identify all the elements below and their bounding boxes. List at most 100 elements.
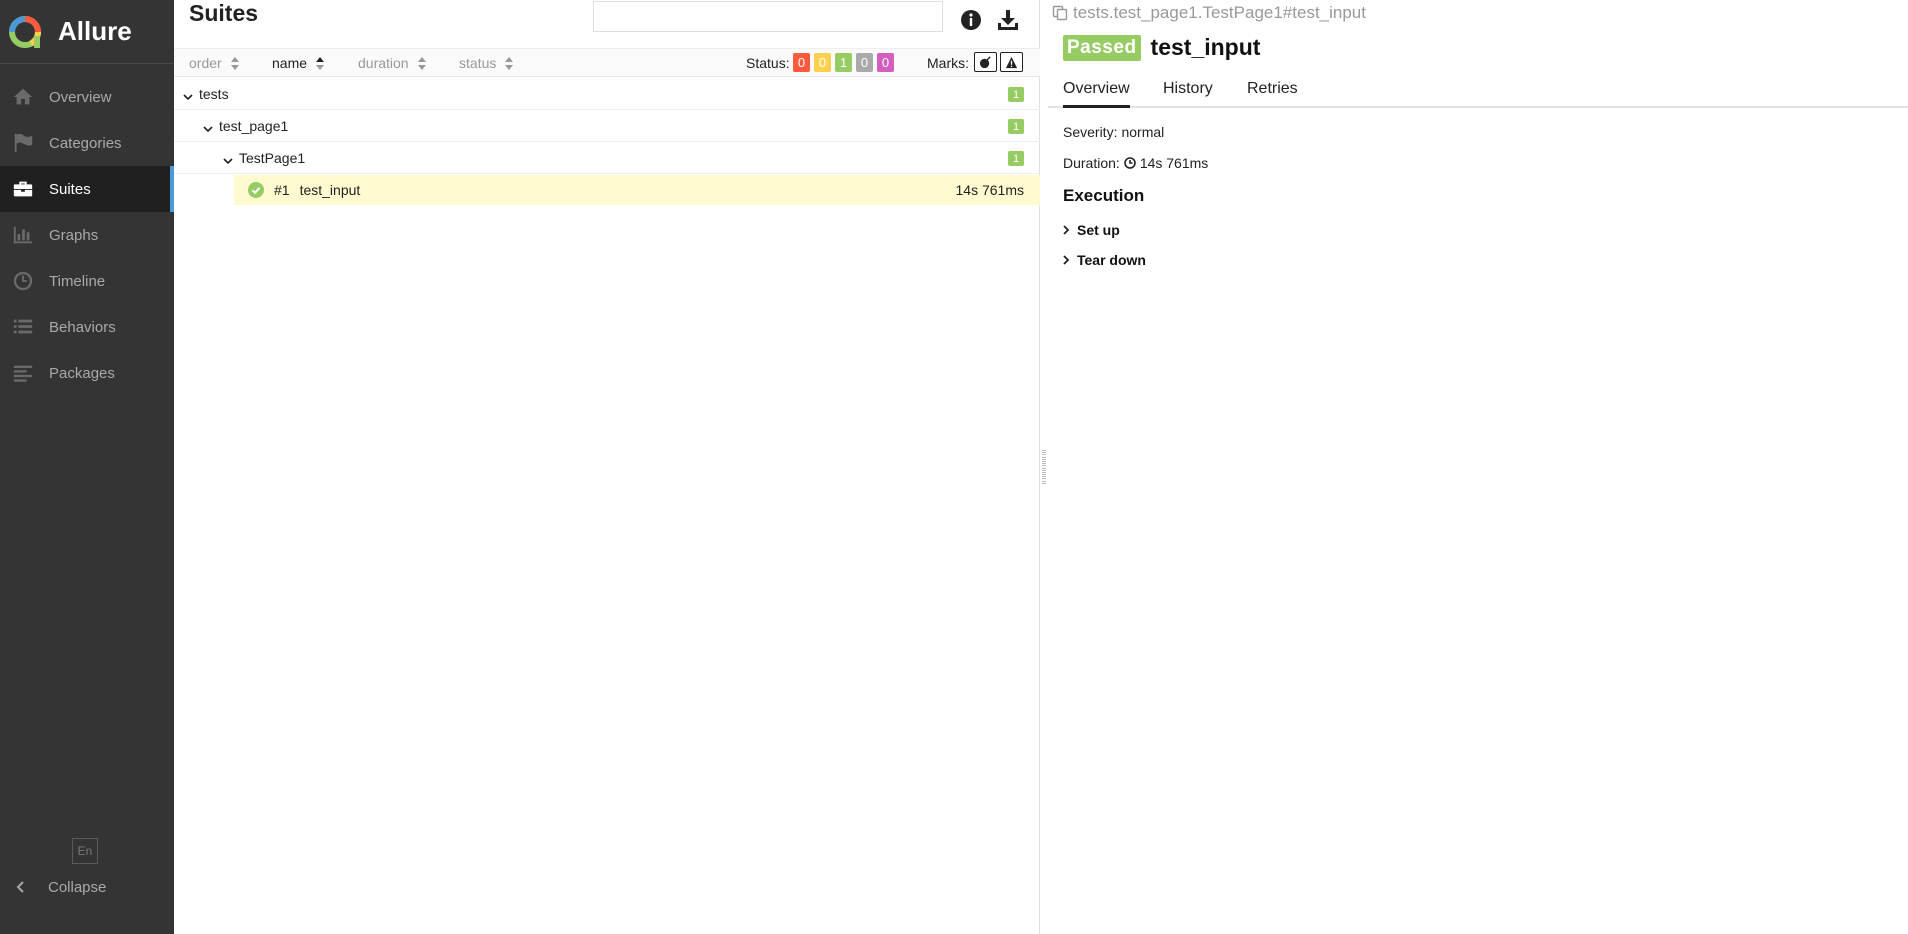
- sidebar-nav: Overview Categories Suites Graphs Timeli…: [0, 74, 174, 396]
- chevron-down-icon: [183, 89, 193, 100]
- status-filter-broken[interactable]: 0: [814, 53, 831, 72]
- test-title-row: Passed test_input: [1063, 34, 1260, 61]
- duration-value: 14s 761ms: [1139, 155, 1209, 171]
- sort-arrows-icon: [316, 56, 325, 70]
- search-input[interactable]: [593, 1, 943, 32]
- sort-label: order: [189, 55, 222, 71]
- chevron-down-icon: [203, 121, 213, 132]
- sort-arrows-icon: [505, 56, 514, 70]
- sidebar-item-label: Packages: [49, 364, 115, 382]
- suites-pane: Suites order name duration status Status…: [174, 0, 1040, 934]
- sort-arrows-icon: [230, 56, 240, 70]
- sort-status[interactable]: status: [459, 55, 514, 71]
- briefcase-icon: [11, 177, 35, 201]
- chevron-right-icon: [1063, 255, 1070, 265]
- sort-name[interactable]: name: [272, 55, 325, 71]
- test-title: test_input: [1150, 34, 1261, 60]
- sidebar-item-behaviors[interactable]: Behaviors: [0, 304, 174, 350]
- collapse-label: Collapse: [48, 878, 107, 896]
- sidebar-item-timeline[interactable]: Timeline: [0, 258, 174, 304]
- breadcrumb-text: tests.test_page1.TestPage1#test_input: [1073, 3, 1366, 22]
- test-case-row[interactable]: #1 test_input 14s 761ms: [234, 175, 1040, 205]
- page-title: Suites: [189, 0, 259, 26]
- flag-icon: [11, 131, 35, 155]
- list-icon: [11, 315, 35, 339]
- detail-tabs: Overview History Retries: [1048, 72, 1908, 108]
- tree-group-count: 1: [1008, 119, 1024, 134]
- sidebar-item-label: Graphs: [49, 226, 99, 244]
- execution-title: Execution: [1063, 186, 1145, 205]
- sidebar-item-overview[interactable]: Overview: [0, 74, 174, 120]
- align-left-icon: [11, 361, 35, 385]
- bomb-icon: [979, 55, 991, 68]
- sort-arrows-icon: [417, 56, 427, 70]
- pane-resize-handle[interactable]: [1042, 450, 1046, 484]
- sidebar-item-label: Suites: [49, 180, 91, 198]
- sort-bar: order name duration status Status: 0 0 1…: [174, 48, 1040, 77]
- sidebar-item-packages[interactable]: Packages: [0, 350, 174, 396]
- sidebar-item-label: Timeline: [49, 272, 106, 290]
- bar-chart-icon: [11, 223, 35, 247]
- sidebar-item-label: Overview: [49, 88, 112, 106]
- mark-new-failed-button[interactable]: [1000, 52, 1023, 72]
- test-case-name: test_input: [299, 182, 361, 198]
- step-label: Set up: [1077, 222, 1120, 238]
- status-filter-skipped[interactable]: 0: [856, 53, 873, 72]
- tree-group-tests[interactable]: tests 1: [174, 78, 1040, 110]
- collapse-button[interactable]: Collapse: [0, 872, 174, 902]
- warning-icon: [1005, 56, 1018, 68]
- status-badge: Passed: [1063, 34, 1141, 61]
- sidebar-item-categories[interactable]: Categories: [0, 120, 174, 166]
- tab-retries[interactable]: Retries: [1247, 80, 1298, 108]
- tree-group-count: 1: [1008, 151, 1024, 166]
- sidebar-item-label: Categories: [49, 134, 122, 152]
- step-set-up[interactable]: Set up: [1061, 222, 1120, 238]
- status-filter-passed[interactable]: 1: [835, 53, 852, 72]
- marks-label: Marks:: [927, 55, 969, 71]
- tree-group-count: 1: [1008, 87, 1024, 102]
- mark-flaky-button[interactable]: [974, 52, 997, 72]
- test-details-pane: tests.test_page1.TestPage1#test_input Pa…: [1048, 0, 1908, 934]
- brand-name: Allure: [58, 16, 132, 46]
- severity-info: Severity: normal: [1063, 124, 1164, 140]
- home-icon: [11, 85, 35, 109]
- tab-history[interactable]: History: [1163, 80, 1213, 108]
- language-switch[interactable]: En: [72, 838, 98, 864]
- tree-group-label: TestPage1: [239, 149, 306, 166]
- info-icon[interactable]: [959, 8, 983, 32]
- chevron-left-icon: [16, 881, 24, 893]
- tree-group-test-page1[interactable]: test_page1 1: [174, 110, 1040, 142]
- chevron-down-icon: [223, 153, 233, 164]
- tab-overview[interactable]: Overview: [1063, 80, 1130, 108]
- brand[interactable]: Allure: [0, 0, 174, 64]
- test-case-number: #1: [274, 182, 290, 198]
- copy-icon: [1052, 5, 1068, 21]
- tree-group-testpage1[interactable]: TestPage1 1: [174, 142, 1040, 174]
- test-case-duration: 14s 761ms: [955, 182, 1024, 198]
- clock-icon: [11, 269, 35, 293]
- severity-label: Severity:: [1063, 124, 1118, 140]
- clock-icon: [1124, 157, 1136, 169]
- sidebar-item-suites[interactable]: Suites: [0, 166, 174, 212]
- sort-label: name: [272, 55, 308, 71]
- sort-order[interactable]: order: [189, 55, 240, 71]
- status-filter-label: Status:: [746, 55, 790, 71]
- breadcrumb[interactable]: tests.test_page1.TestPage1#test_input: [1052, 3, 1366, 23]
- sort-label: duration: [358, 55, 409, 71]
- sidebar-item-label: Behaviors: [49, 318, 116, 336]
- sidebar-item-graphs[interactable]: Graphs: [0, 212, 174, 258]
- step-label: Tear down: [1077, 252, 1146, 268]
- duration-label: Duration:: [1063, 155, 1120, 171]
- download-icon[interactable]: [996, 8, 1020, 32]
- severity-value: normal: [1121, 124, 1165, 140]
- sidebar: Allure Overview Categories Suites Graphs: [0, 0, 174, 934]
- tree-group-label: test_page1: [219, 117, 289, 134]
- step-tear-down[interactable]: Tear down: [1061, 252, 1146, 268]
- chevron-right-icon: [1063, 225, 1070, 235]
- status-filter-unknown[interactable]: 0: [877, 53, 894, 72]
- passed-check-icon: [248, 182, 264, 198]
- tree-group-label: tests: [199, 85, 229, 102]
- sort-duration[interactable]: duration: [358, 55, 427, 71]
- status-filter-failed[interactable]: 0: [793, 53, 810, 72]
- duration-info: Duration: 14s 761ms: [1063, 155, 1208, 171]
